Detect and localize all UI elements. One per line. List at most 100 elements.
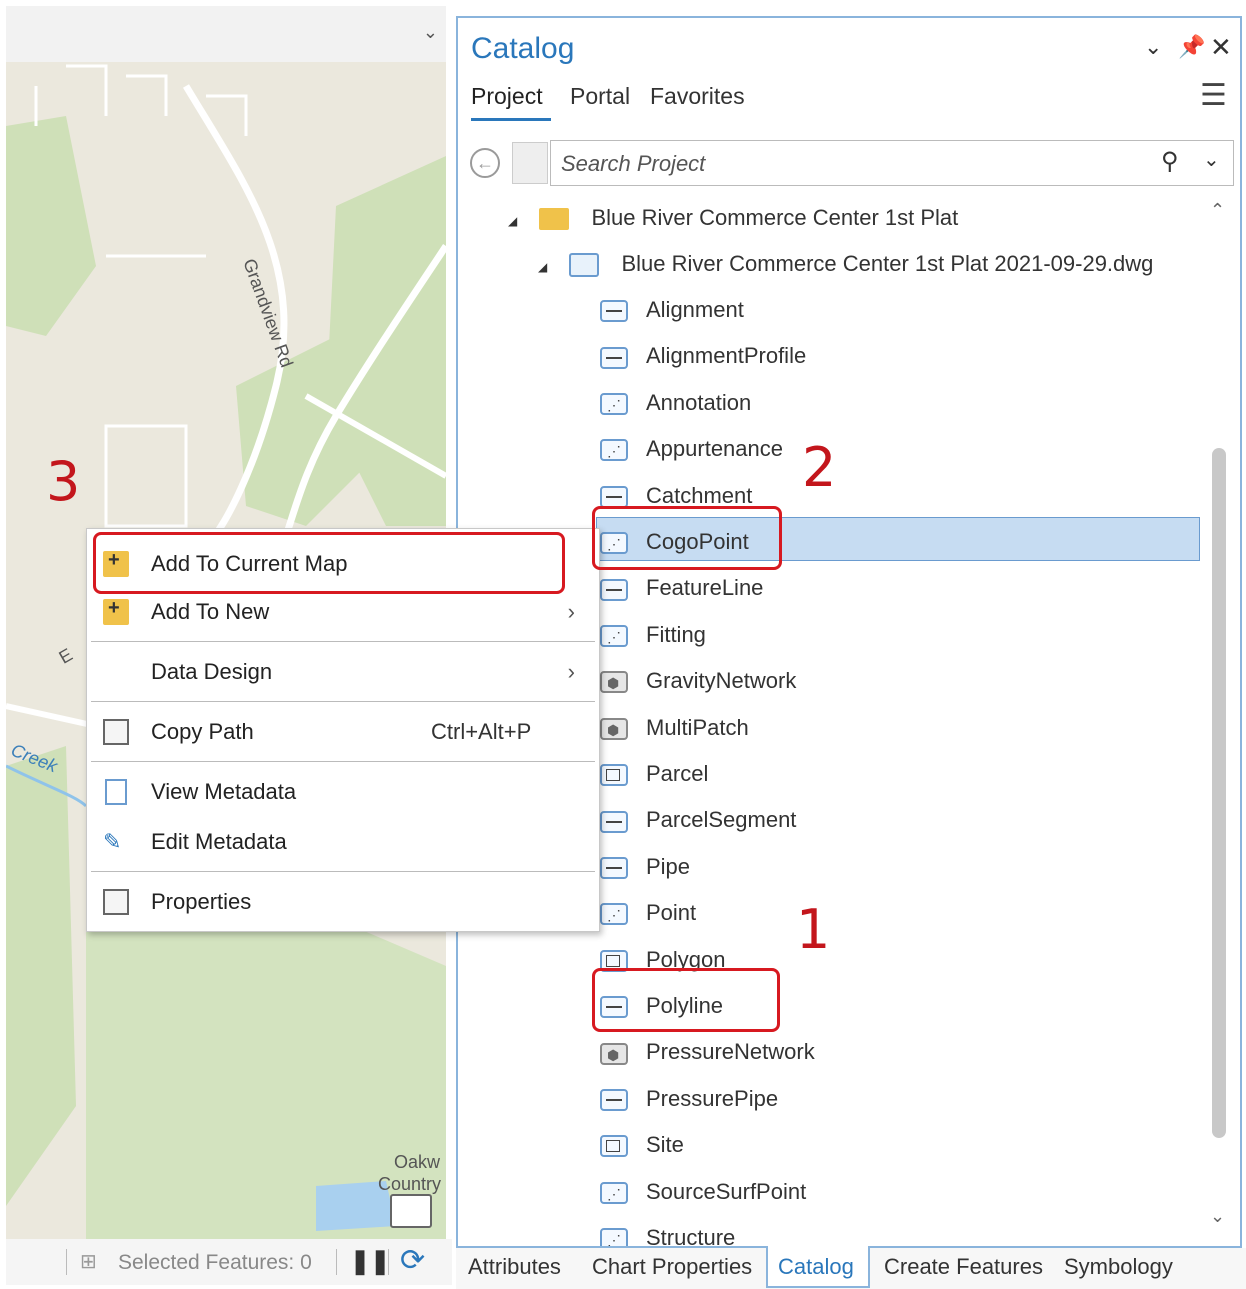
tree-item[interactable]: Site — [600, 1125, 684, 1165]
search-input[interactable] — [559, 149, 1123, 179]
collapse-arrow-icon[interactable]: ◢ — [508, 214, 517, 228]
tree-item-label: Pipe — [646, 853, 691, 879]
tree-item[interactable]: FeatureLine — [600, 568, 763, 608]
tree-item[interactable]: Annotation — [600, 383, 751, 425]
tree-folder[interactable]: ◢ Blue River Commerce Center 1st Plat — [508, 198, 958, 238]
tree-item[interactable]: PressureNetwork — [600, 1032, 815, 1075]
tree-item[interactable]: ParcelSegment — [600, 800, 796, 840]
tree-item-label: Parcel — [646, 761, 709, 786]
chevron-down-icon[interactable]: ⌄ — [1203, 147, 1220, 172]
menu-icon[interactable]: ☰ — [1200, 81, 1227, 111]
tree-item-label: Point — [646, 900, 697, 926]
divider — [388, 1249, 389, 1275]
map-top-bar: ⌄ — [6, 6, 446, 62]
tree-item[interactable]: Pipe — [600, 847, 690, 887]
chevron-down-icon[interactable]: ⌄ — [1144, 34, 1162, 60]
search-icon[interactable]: ⚲ — [1161, 147, 1179, 176]
multipatch-layer-icon — [600, 710, 628, 750]
scrollbar-thumb[interactable] — [1212, 448, 1226, 1138]
line-layer-icon — [600, 300, 628, 323]
tree-dataset[interactable]: ◢ Blue River Commerce Center 1st Plat 20… — [538, 244, 1153, 284]
point-layer-icon — [600, 385, 628, 425]
divider — [66, 1249, 67, 1275]
polygon-layer-icon — [600, 764, 628, 787]
menu-item-copy-path[interactable]: Copy Path Ctrl+Alt+P — [87, 709, 599, 755]
tab-project[interactable]: Project — [471, 83, 543, 110]
line-layer-icon — [600, 1088, 628, 1111]
selected-features-count: Selected Features: 0 — [118, 1251, 312, 1274]
tree-item-label: Alignment — [646, 297, 744, 322]
back-arrow-icon[interactable]: ← — [470, 148, 500, 178]
home-icon[interactable] — [512, 142, 548, 184]
refresh-icon[interactable]: ⟳ — [400, 1243, 425, 1278]
tree-item-label: SourceSurfPoint — [646, 1178, 807, 1204]
point-layer-icon — [600, 617, 628, 657]
tree-item[interactable]: AlignmentProfile — [600, 336, 806, 376]
tree-item[interactable]: Parcel — [600, 754, 708, 794]
pin-icon[interactable]: 📌 — [1178, 34, 1205, 60]
properties-icon — [103, 889, 129, 915]
tree-item[interactable]: SourceSurfPoint — [600, 1172, 807, 1214]
point-layer-icon — [600, 1174, 628, 1214]
tab-attributes[interactable]: Attributes — [468, 1254, 561, 1280]
menu-item-label: View Metadata — [151, 779, 297, 804]
divider — [336, 1249, 337, 1275]
tree-item[interactable]: Alignment — [600, 290, 744, 330]
multipatch-layer-icon — [600, 663, 628, 703]
tree-item-label: GravityNetwork — [646, 668, 797, 694]
place-label: Oakw — [394, 1152, 441, 1172]
scroll-up-icon[interactable]: ⌃ — [1210, 200, 1225, 221]
tree-item[interactable]: Structure — [600, 1218, 736, 1248]
tab-portal[interactable]: Portal — [570, 83, 630, 110]
highlight-box — [592, 506, 782, 570]
tree-item[interactable]: Appurtenance — [600, 429, 783, 471]
collapse-arrow-icon[interactable]: ◢ — [538, 260, 547, 274]
menu-item-label: Properties — [151, 889, 252, 914]
point-layer-icon — [600, 431, 628, 471]
tab-catalog[interactable]: Catalog — [778, 1254, 854, 1280]
menu-item-view-metadata[interactable]: View Metadata — [87, 769, 599, 815]
chevron-down-icon[interactable]: ⌄ — [423, 22, 438, 43]
menu-separator — [91, 701, 595, 702]
line-layer-icon — [600, 856, 628, 879]
menu-item-label: Edit Metadata — [151, 829, 287, 854]
search-box: ⚲ ⌄ — [550, 140, 1234, 186]
line-layer-icon — [600, 485, 628, 508]
tree-item-label: Structure — [646, 1225, 736, 1248]
dataset-label: Blue River Commerce Center 1st Plat 2021… — [621, 251, 1154, 276]
highlight-box — [592, 968, 780, 1032]
menu-separator — [91, 761, 595, 762]
legend-icon[interactable] — [390, 1194, 432, 1228]
tree-item[interactable]: MultiPatch — [600, 708, 749, 750]
pencil-icon: ✎ — [103, 829, 122, 854]
tab-chart-properties[interactable]: Chart Properties — [592, 1254, 752, 1280]
tree-item-label: PressurePipe — [646, 1085, 779, 1111]
tree-item[interactable]: PressurePipe — [600, 1079, 778, 1119]
menu-item-add-to-new[interactable]: Add To New › — [87, 585, 599, 635]
point-layer-icon — [600, 1220, 628, 1246]
tree-item-label: Site — [646, 1132, 684, 1158]
tree-item-label: ParcelSegment — [646, 807, 797, 833]
menu-item-data-design[interactable]: Data Design › — [87, 649, 599, 695]
tree-item-label: Catchment — [646, 482, 753, 508]
tree-item[interactable]: GravityNetwork — [600, 661, 797, 703]
scroll-down-icon[interactable]: ⌄ — [1210, 1206, 1225, 1227]
tree-item[interactable]: Point — [600, 893, 697, 935]
chevron-right-icon: › — [567, 599, 575, 624]
bottom-tab-bar: Attributes Chart Properties Catalog Crea… — [456, 1246, 1246, 1289]
menu-item-properties[interactable]: Properties — [87, 879, 599, 925]
tree-item[interactable]: Fitting — [600, 615, 706, 657]
step-number: 1 — [796, 898, 831, 961]
status-bar: ⊞ Selected Features: 0 ❚❚ ⟳ — [6, 1239, 452, 1285]
polygon-layer-icon — [600, 1135, 628, 1158]
menu-item-shortcut: Ctrl+Alt+P — [431, 719, 532, 744]
line-layer-icon — [600, 346, 628, 369]
close-icon[interactable]: ✕ — [1210, 32, 1232, 63]
menu-item-edit-metadata[interactable]: ✎ Edit Metadata — [87, 819, 599, 865]
pause-icon[interactable]: ❚❚ — [350, 1247, 390, 1276]
menu-item-label: Data Design — [151, 659, 273, 684]
tab-symbology[interactable]: Symbology — [1064, 1254, 1173, 1280]
tab-create-features[interactable]: Create Features — [884, 1254, 1043, 1280]
tree-item-label: MultiPatch — [646, 714, 749, 740]
tab-favorites[interactable]: Favorites — [650, 83, 745, 110]
